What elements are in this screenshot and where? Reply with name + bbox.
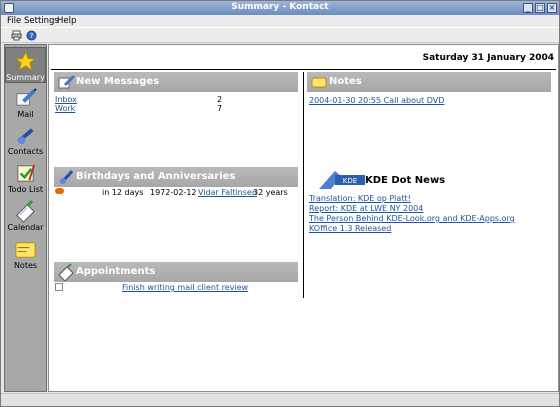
- birthday-section-icon: [59, 170, 74, 185]
- sidebar: Summary Mail Contacts Todo List Calendar…: [4, 44, 47, 392]
- new-messages-title: New Messages: [76, 76, 160, 87]
- sidebar-item-todo[interactable]: Todo List: [5, 160, 46, 196]
- sidebar-label-calendar: Calendar: [7, 223, 44, 232]
- status-bar: [1, 393, 559, 406]
- sidebar-label-notes: Notes: [13, 261, 38, 270]
- sidebar-label-mail: Mail: [17, 110, 34, 119]
- toolbar: ?: [1, 27, 559, 43]
- application-window: Summary - Kontact _ □ × File Settings He…: [0, 0, 560, 407]
- notes-icon: [15, 242, 36, 258]
- folder-count-inbox: 2: [217, 95, 223, 104]
- print-icon[interactable]: [11, 30, 22, 41]
- title-bar[interactable]: Summary - Kontact _ □ ×: [1, 1, 559, 15]
- news-link-4[interactable]: KOffice 1.3 Released: [309, 224, 391, 233]
- maximize-button[interactable]: □: [535, 3, 545, 13]
- summary-view: Saturday 31 January 2004 New Messages In…: [48, 44, 559, 392]
- kde-news-title: KDE Dot News: [365, 175, 446, 186]
- new-messages-header: New Messages: [54, 72, 298, 92]
- sidebar-item-notes[interactable]: Notes: [5, 236, 46, 272]
- birthdays-header: Birthdays and Anniversaries: [54, 167, 298, 187]
- sidebar-item-mail[interactable]: Mail: [5, 85, 46, 121]
- mail-icon: [16, 88, 37, 106]
- new-messages-icon: [58, 74, 75, 89]
- sidebar-item-calendar[interactable]: Calendar: [5, 198, 46, 234]
- sidebar-item-contacts[interactable]: Contacts: [5, 122, 46, 158]
- star-icon: [14, 50, 37, 72]
- sidebar-label-contacts: Contacts: [7, 147, 44, 156]
- sidebar-label-summary: Summary: [6, 73, 45, 82]
- help-icon[interactable]: ?: [26, 30, 37, 41]
- birthday-age: 32 years: [253, 188, 288, 197]
- news-link-3[interactable]: The Person Behind KDE-Look.org and KDE-A…: [309, 214, 515, 223]
- kde-news-panel: KDE KDE Dot News Translation: KDE op Pla…: [307, 45, 555, 385]
- folder-link-work[interactable]: Work: [55, 104, 75, 113]
- kde-logo-text: KDE: [343, 177, 357, 185]
- birthday-when: in 12 days: [102, 188, 144, 197]
- calendar-icon: [16, 200, 35, 223]
- window-title: Summary - Kontact: [231, 2, 329, 12]
- appointments-title: Appointments: [76, 266, 156, 277]
- menu-bar: File Settings Help: [1, 15, 559, 27]
- menu-file[interactable]: File: [7, 16, 21, 26]
- folder-link-inbox[interactable]: Inbox: [55, 95, 77, 104]
- news-link-1[interactable]: Translation: KDE op Platt!: [309, 194, 411, 203]
- contacts-icon: [17, 128, 34, 145]
- birthday-cake-icon: [55, 188, 64, 194]
- appointment-link[interactable]: Finish writing mail client review: [122, 283, 248, 292]
- sidebar-item-summary[interactable]: Summary: [5, 47, 46, 83]
- appointments-icon: [58, 263, 74, 281]
- close-button[interactable]: ×: [547, 3, 557, 13]
- menu-settings[interactable]: Settings: [24, 16, 59, 26]
- birthday-date: 1972-02-12: [150, 188, 197, 197]
- menu-help[interactable]: Help: [57, 16, 76, 26]
- column-divider: [303, 72, 304, 298]
- birthdays-title: Birthdays and Anniversaries: [76, 171, 236, 182]
- svg-text:?: ?: [30, 32, 34, 40]
- sidebar-label-todo: Todo List: [8, 185, 43, 194]
- appointments-header: Appointments: [54, 262, 298, 282]
- minimize-button[interactable]: _: [523, 3, 533, 13]
- appointment-checkbox-icon[interactable]: [55, 283, 63, 291]
- folder-count-work: 7: [217, 104, 223, 113]
- news-link-2[interactable]: Report: KDE at LWE NY 2004: [309, 204, 423, 213]
- birthday-contact-link[interactable]: Vidar Faltinsen: [198, 188, 257, 197]
- todo-icon: [17, 164, 36, 182]
